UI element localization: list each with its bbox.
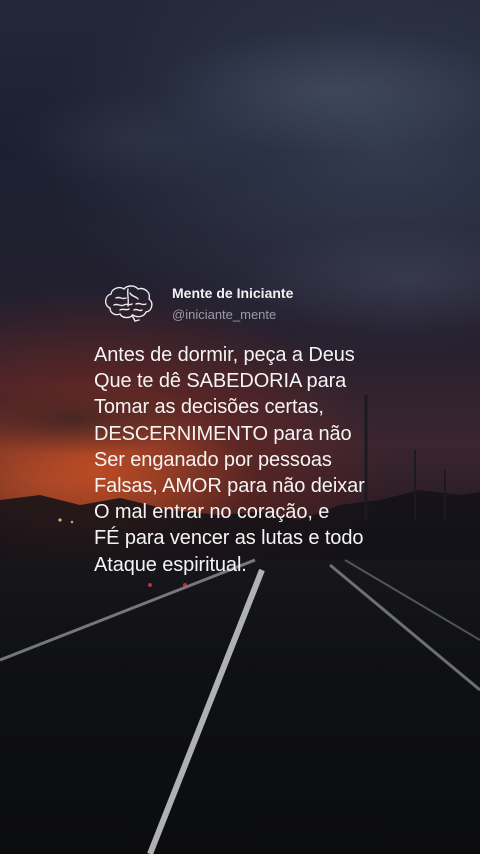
quote-line: Que te dê SABEDORIA para	[94, 370, 347, 393]
distant-light	[70, 520, 74, 524]
quote-line: Antes de dormir, peça a Deus	[94, 344, 355, 366]
username-handle[interactable]: @iniciante_mente	[172, 306, 293, 324]
road-center-line	[147, 568, 265, 854]
avatar[interactable]	[100, 282, 156, 326]
background-photo: Mente de Iniciante @iniciante_mente Ante…	[0, 0, 480, 854]
quote-line: FÉ para vencer as lutas e todo	[94, 527, 364, 550]
quote-line: Falsas, AMOR para não deixar	[94, 475, 365, 498]
distant-light	[183, 583, 187, 587]
distant-light	[148, 583, 152, 587]
author-info: Mente de Iniciante @iniciante_mente	[172, 284, 293, 324]
post-header: Mente de Iniciante @iniciante_mente	[94, 280, 474, 328]
quote-line: DESCERNIMENTO para não	[94, 422, 352, 445]
quote-line: O mal entrar no coração, e	[94, 501, 330, 524]
quote-text: Antes de dormir, peça a Deus Que te dê S…	[94, 342, 474, 578]
quote-line: Ataque espiritual.	[94, 553, 247, 576]
quote-card: Mente de Iniciante @iniciante_mente Ante…	[94, 280, 474, 578]
display-name[interactable]: Mente de Iniciante	[172, 284, 293, 302]
quote-line: Ser enganado por pessoas	[94, 448, 332, 471]
brain-icon	[104, 285, 153, 322]
distant-light	[58, 518, 62, 522]
quote-line: Tomar as decisões certas,	[94, 396, 324, 419]
